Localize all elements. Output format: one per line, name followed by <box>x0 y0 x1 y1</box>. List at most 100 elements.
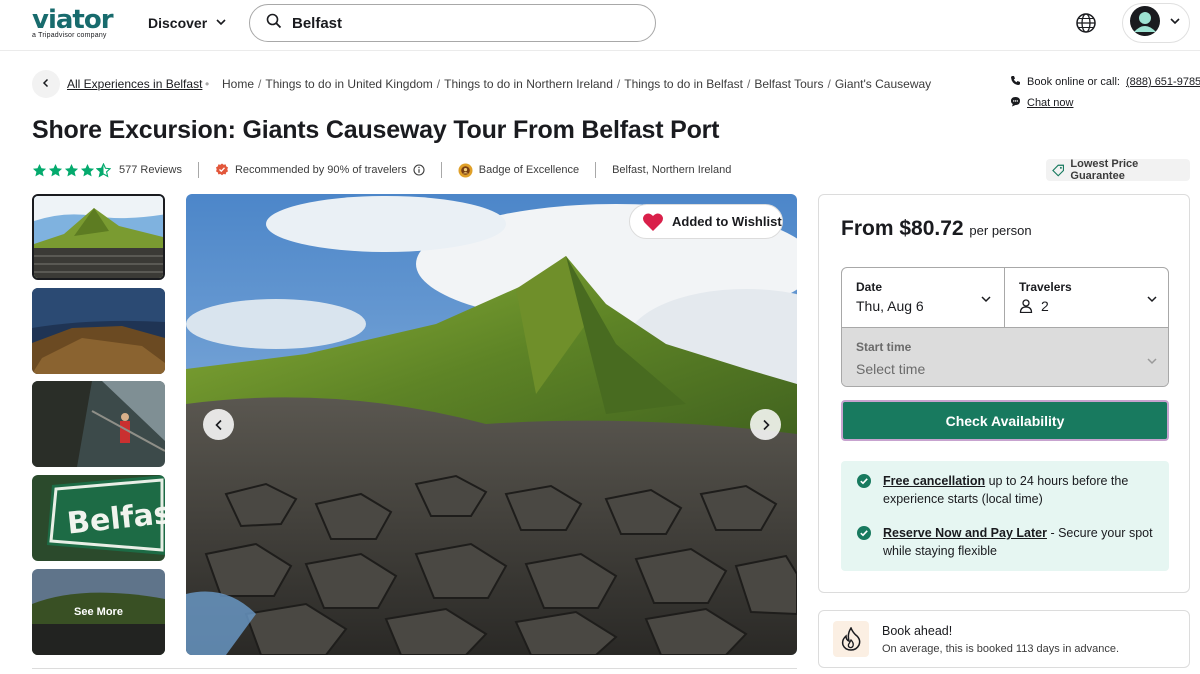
viator-logo[interactable]: viator a Tripadvisor company <box>32 5 114 39</box>
breadcrumb-northern-ireland[interactable]: Things to do in Northern Ireland <box>444 77 613 91</box>
gallery-thumbnail-3[interactable] <box>32 381 165 467</box>
star-rating[interactable] <box>32 162 111 178</box>
wishlist-button[interactable]: Added to Wishlist <box>629 204 783 239</box>
see-more-button[interactable]: See More <box>32 569 165 655</box>
date-label: Date <box>856 280 883 294</box>
badge-of-excellence: Badge of Excellence <box>458 163 579 178</box>
booking-perks: Free cancellation up to 24 hours before … <box>841 461 1169 571</box>
gallery-thumbnail-5[interactable]: See More <box>32 569 165 655</box>
all-experiences-link[interactable]: All Experiences in Belfast <box>67 77 202 91</box>
booking-picker: Date Thu, Aug 6 Travelers 2 Start time S… <box>841 267 1169 387</box>
star-icon <box>32 163 47 176</box>
section-divider <box>32 668 797 669</box>
reserve-now-link[interactable]: Reserve Now and Pay Later <box>883 526 1047 540</box>
star-icon <box>80 163 95 176</box>
star-icon <box>48 163 63 176</box>
account-menu[interactable] <box>1122 3 1190 43</box>
breadcrumb-separator: / <box>616 77 621 91</box>
breadcrumb-belfast[interactable]: Things to do in Belfast <box>624 77 743 91</box>
perk-free-cancellation: Free cancellation up to 24 hours before … <box>857 472 1157 508</box>
booking-card: From $80.72 per person Date Thu, Aug 6 T… <box>818 194 1190 593</box>
price-prefix: From <box>841 217 894 240</box>
start-time-label: Start time <box>856 340 912 354</box>
info-icon[interactable] <box>413 164 425 176</box>
lowest-price-text: Lowest Price Guarantee <box>1070 158 1139 182</box>
recommendation-text: Recommended by 90% of travelers <box>234 164 407 176</box>
back-button[interactable] <box>32 70 60 98</box>
breadcrumb-separator: / <box>827 77 831 91</box>
chat-now-link[interactable]: Chat now <box>1027 97 1073 109</box>
discover-menu[interactable]: Discover <box>148 15 227 31</box>
separator-dot: • <box>205 77 210 91</box>
chevron-left-icon <box>41 75 51 93</box>
gallery-prev-button[interactable] <box>203 409 234 440</box>
fire-icon <box>833 621 869 657</box>
perk-reserve-now: Reserve Now and Pay Later - Secure your … <box>857 524 1157 560</box>
location-text: Belfast, Northern Ireland <box>612 164 732 176</box>
search-bar[interactable] <box>249 4 656 42</box>
rating-row: 577 Reviews Recommended by 90% of travel… <box>32 161 731 179</box>
breadcrumb-united-kingdom[interactable]: Things to do in United Kingdom <box>265 77 432 91</box>
chevron-down-icon <box>1146 354 1158 372</box>
start-time-picker[interactable]: Start time Select time <box>842 327 1168 386</box>
travelers-value: 2 <box>1041 298 1049 314</box>
divider <box>440 162 442 178</box>
badge-text: Badge of Excellence <box>478 164 580 176</box>
start-time-placeholder: Select time <box>856 361 926 377</box>
breadcrumb-home[interactable]: Home <box>222 77 254 91</box>
discover-label: Discover <box>148 15 208 31</box>
check-availability-button[interactable]: Check Availability <box>841 400 1169 441</box>
person-icon <box>1019 299 1033 313</box>
breadcrumb-separator: / <box>436 77 441 91</box>
review-count-link[interactable]: 577 Reviews <box>119 164 182 176</box>
price-display: From $80.72 per person <box>841 217 1032 241</box>
main-photo[interactable] <box>186 194 797 655</box>
site-header: viator a Tripadvisor company Discover <box>0 0 1200 51</box>
chat-icon <box>1010 96 1021 110</box>
date-picker[interactable]: Date Thu, Aug 6 <box>842 268 1005 327</box>
breadcrumb-belfast-tours[interactable]: Belfast Tours <box>754 77 823 91</box>
phone-icon <box>1010 75 1021 89</box>
phone-number-link[interactable]: (888) 651-9785 <box>1126 76 1200 88</box>
gallery-thumbnail-2[interactable] <box>32 288 165 374</box>
chevron-right-icon <box>762 419 770 430</box>
book-ahead-subtitle: On average, this is booked 113 days in a… <box>882 643 1120 655</box>
divider <box>595 162 597 178</box>
gallery-thumbnail-1[interactable] <box>32 194 165 280</box>
free-cancellation-link[interactable]: Free cancellation <box>883 474 985 488</box>
logo-wordmark: viator <box>32 5 114 35</box>
book-online-label: Book online or call: <box>1027 76 1120 88</box>
recommend-icon <box>215 163 228 176</box>
heart-icon <box>643 212 663 231</box>
search-icon <box>266 13 282 34</box>
breadcrumb: Home / Things to do in United Kingdom / Th… <box>222 77 931 91</box>
per-person-label: per person <box>969 223 1032 238</box>
chevron-down-icon <box>980 292 992 310</box>
search-input[interactable] <box>292 14 612 32</box>
wishlist-label: Added to Wishlist <box>672 214 782 229</box>
travelers-value-wrap: 2 <box>1019 298 1049 314</box>
logo-tagline: a Tripadvisor company <box>32 32 107 39</box>
star-half-icon <box>96 162 111 178</box>
chevron-down-icon <box>1169 14 1181 32</box>
book-online-call: Book online or call: (888) 651-9785 <box>1010 75 1200 89</box>
avatar <box>1129 5 1161 42</box>
gallery-thumbnail-4[interactable]: Belfast <box>32 475 165 561</box>
chevron-down-icon <box>215 15 227 31</box>
travelers-picker[interactable]: Travelers 2 <box>1005 268 1168 327</box>
chat-now[interactable]: Chat now <box>1010 96 1073 110</box>
travelers-label: Travelers <box>1019 280 1072 294</box>
chevron-left-icon <box>214 419 222 430</box>
breadcrumb-separator: / <box>746 77 751 91</box>
badge-icon <box>458 163 473 177</box>
star-icon <box>64 163 79 176</box>
lowest-price-guarantee[interactable]: Lowest Price Guarantee <box>1046 158 1190 182</box>
tag-icon <box>1052 164 1065 177</box>
breadcrumb-separator: / <box>258 77 262 91</box>
gallery-next-button[interactable] <box>750 409 781 440</box>
breadcrumb-giants-causeway[interactable]: Giant's Causeway <box>835 77 931 91</box>
price-value: $80.72 <box>899 217 964 240</box>
check-circle-icon <box>857 474 871 508</box>
globe-icon[interactable] <box>1075 12 1097 39</box>
chevron-down-icon <box>1146 292 1158 310</box>
